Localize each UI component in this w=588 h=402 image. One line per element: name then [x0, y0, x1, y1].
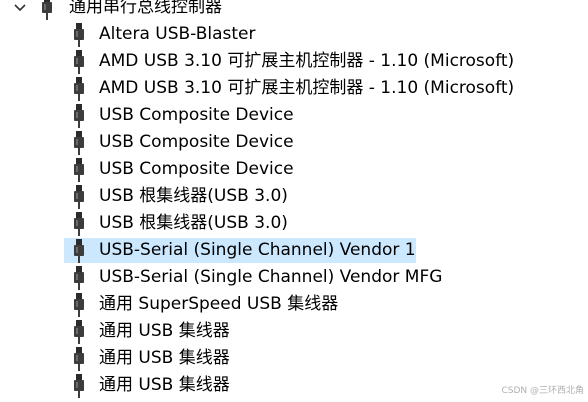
device-label: USB 根集线器(USB 3.0)	[99, 213, 288, 233]
usb-plug-icon	[74, 158, 84, 182]
tree-item[interactable]: USB Composite Device	[0, 129, 588, 156]
tree-item[interactable]: USB-Serial (Single Channel) Vendor MFG	[0, 264, 588, 291]
usb-plug-icon	[42, 0, 52, 20]
device-label: USB Composite Device	[99, 105, 294, 125]
device-label: USB 根集线器(USB 3.0)	[99, 186, 288, 206]
tree-item-selected[interactable]: USB-Serial (Single Channel) Vendor 1	[0, 237, 588, 264]
tree-item[interactable]: USB 根集线器(USB 3.0)	[0, 210, 588, 237]
tree-item[interactable]: AMD USB 3.10 可扩展主机控制器 - 1.10 (Microsoft)	[0, 75, 588, 102]
tree-item[interactable]: 通用 USB 集线器	[0, 345, 588, 372]
category-label: 通用串行总线控制器	[69, 0, 222, 17]
usb-plug-icon	[74, 185, 84, 209]
tree-item[interactable]: USB 根集线器(USB 3.0)	[0, 183, 588, 210]
usb-plug-icon	[74, 347, 84, 371]
device-label: Altera USB-Blaster	[99, 24, 256, 44]
tree-item[interactable]: AMD USB 3.10 可扩展主机控制器 - 1.10 (Microsoft)	[0, 48, 588, 75]
device-label: USB-Serial (Single Channel) Vendor MFG	[99, 267, 443, 287]
chevron-down-icon[interactable]	[12, 0, 28, 16]
usb-plug-icon	[74, 239, 84, 263]
device-label: USB-Serial (Single Channel) Vendor 1	[99, 240, 416, 260]
usb-plug-icon	[74, 374, 84, 398]
device-label: AMD USB 3.10 可扩展主机控制器 - 1.10 (Microsoft)	[99, 78, 515, 98]
usb-plug-icon	[74, 77, 84, 101]
tree-item[interactable]: USB Composite Device	[0, 102, 588, 129]
device-label: AMD USB 3.10 可扩展主机控制器 - 1.10 (Microsoft)	[99, 51, 515, 71]
device-label: 通用 USB 集线器	[99, 321, 230, 341]
tree-item[interactable]: Altera USB-Blaster	[0, 21, 588, 48]
usb-plug-icon	[74, 23, 84, 47]
device-label: USB Composite Device	[99, 132, 294, 152]
tree-category-usb-controllers[interactable]: 通用串行总线控制器	[0, 0, 588, 21]
usb-plug-icon	[74, 50, 84, 74]
watermark: CSDN @三环西北角	[501, 386, 584, 396]
device-label: USB Composite Device	[99, 159, 294, 179]
usb-plug-icon	[74, 131, 84, 155]
usb-plug-icon	[74, 320, 84, 344]
next-category-peek-icon	[40, 396, 54, 402]
usb-plug-icon	[74, 266, 84, 290]
tree-item[interactable]: USB Composite Device	[0, 156, 588, 183]
tree-item[interactable]: 通用 USB 集线器	[0, 372, 588, 399]
usb-plug-icon	[74, 212, 84, 236]
tree-item[interactable]: 通用 SuperSpeed USB 集线器	[0, 291, 588, 318]
usb-plug-icon	[74, 104, 84, 128]
device-label: 通用 SuperSpeed USB 集线器	[99, 294, 339, 314]
device-tree: 通用串行总线控制器 Altera USB-Blaster AMD USB 3.10…	[0, 0, 588, 399]
device-label: 通用 USB 集线器	[99, 348, 230, 368]
tree-item[interactable]: 通用 USB 集线器	[0, 318, 588, 345]
usb-plug-icon	[74, 293, 84, 317]
device-label: 通用 USB 集线器	[99, 375, 230, 395]
device-list: Altera USB-Blaster AMD USB 3.10 可扩展主机控制器 …	[0, 21, 588, 399]
